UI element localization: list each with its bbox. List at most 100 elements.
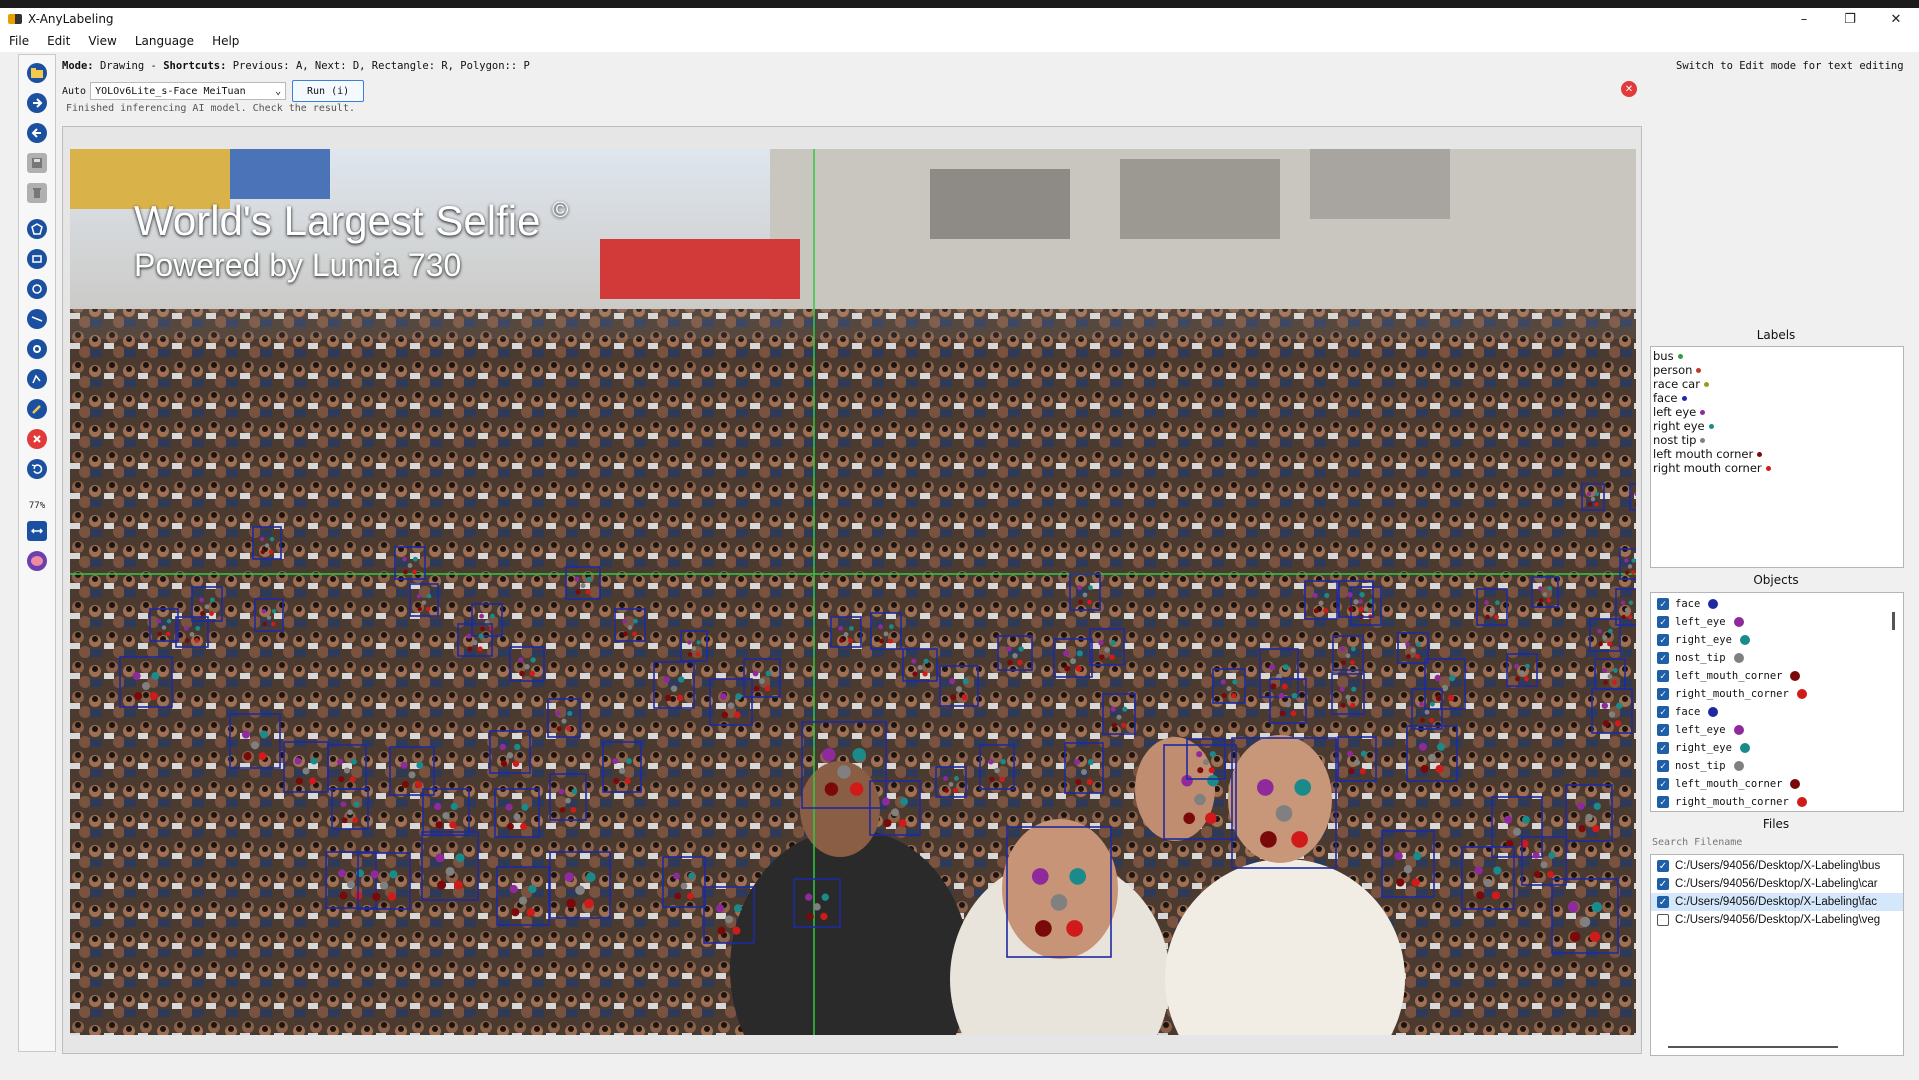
face-landmark-point[interactable] bbox=[1413, 851, 1422, 861]
delete-icon[interactable] bbox=[27, 183, 47, 203]
face-landmark-point[interactable] bbox=[1353, 599, 1359, 605]
face-landmark-point[interactable] bbox=[733, 711, 741, 719]
face-landmark-point[interactable] bbox=[727, 702, 735, 710]
face-landmark-point[interactable] bbox=[1064, 665, 1071, 672]
face-landmark-point[interactable] bbox=[1594, 502, 1599, 507]
label-item[interactable]: bus bbox=[1651, 349, 1903, 363]
face-landmark-point[interactable] bbox=[1281, 683, 1288, 690]
face-landmark-point[interactable] bbox=[1351, 686, 1357, 692]
face-landmark-point[interactable] bbox=[911, 658, 917, 664]
face-landmark-point[interactable] bbox=[1419, 742, 1427, 751]
face-landmark-point[interactable] bbox=[513, 813, 521, 821]
face-landmark-point[interactable] bbox=[759, 678, 765, 684]
run-button[interactable]: Run (i) bbox=[292, 80, 365, 102]
face-landmark-point[interactable] bbox=[1494, 614, 1499, 620]
face-landmark-point[interactable] bbox=[310, 757, 318, 765]
image-canvas[interactable]: World's Largest Selfie © Powered by Lumi… bbox=[70, 149, 1636, 1035]
face-landmark-point[interactable] bbox=[343, 767, 351, 774]
face-landmark-point[interactable] bbox=[1406, 654, 1411, 659]
face-landmark-point[interactable] bbox=[1394, 851, 1403, 861]
face-landmark-point[interactable] bbox=[1410, 648, 1416, 653]
face-landmark-point[interactable] bbox=[1086, 778, 1093, 786]
face-landmark-point[interactable] bbox=[1078, 599, 1083, 605]
face-landmark-point[interactable] bbox=[632, 631, 637, 637]
label-item[interactable]: right eye bbox=[1651, 419, 1903, 433]
face-landmark-point[interactable] bbox=[530, 657, 536, 663]
object-visibility-checkbox[interactable]: ✓ bbox=[1657, 688, 1669, 700]
face-landmark-point[interactable] bbox=[575, 589, 581, 595]
face-landmark-point[interactable] bbox=[450, 802, 458, 811]
face-landmark-point[interactable] bbox=[898, 819, 907, 828]
face-landmark-point[interactable] bbox=[455, 853, 465, 863]
face-landmark-point[interactable] bbox=[567, 710, 573, 716]
face-landmark-point[interactable] bbox=[349, 776, 356, 783]
face-landmark-point[interactable] bbox=[1540, 861, 1548, 869]
face-landmark-point[interactable] bbox=[618, 767, 626, 775]
face-landmark-point[interactable] bbox=[1602, 720, 1610, 727]
face-landmark-point[interactable] bbox=[1538, 598, 1544, 603]
face-landmark-point[interactable] bbox=[1513, 827, 1521, 836]
face-landmark-point[interactable] bbox=[1485, 614, 1490, 620]
face-landmark-point[interactable] bbox=[1050, 894, 1068, 911]
face-landmark-point[interactable] bbox=[512, 760, 520, 767]
face-landmark-point[interactable] bbox=[1514, 663, 1519, 669]
face-landmark-point[interactable] bbox=[1197, 767, 1204, 774]
face-landmark-point[interactable] bbox=[1532, 851, 1540, 859]
face-landmark-point[interactable] bbox=[922, 671, 928, 677]
face-landmark-point[interactable] bbox=[251, 741, 259, 750]
face-landmark-point[interactable] bbox=[1347, 750, 1354, 757]
face-landmark-point[interactable] bbox=[1360, 750, 1367, 757]
face-landmark-point[interactable] bbox=[912, 671, 918, 677]
face-landmark-point[interactable] bbox=[1495, 600, 1500, 606]
face-landmark-point[interactable] bbox=[1232, 679, 1238, 685]
face-landmark-point[interactable] bbox=[506, 752, 514, 759]
face-landmark-point[interactable] bbox=[1031, 868, 1049, 885]
face-landmark-point[interactable] bbox=[1285, 701, 1291, 708]
face-landmark-point[interactable] bbox=[260, 730, 268, 739]
face-landmark-point[interactable] bbox=[1208, 767, 1215, 774]
face-landmark-point[interactable] bbox=[1630, 570, 1636, 575]
face-landmark-point[interactable] bbox=[509, 884, 518, 894]
face-landmark-point[interactable] bbox=[1111, 722, 1117, 728]
object-item[interactable]: ✓ left_mouth_corner bbox=[1651, 667, 1903, 685]
face-landmark-point[interactable] bbox=[339, 891, 348, 900]
face-landmark-point[interactable] bbox=[1579, 916, 1591, 928]
face-landmark-point[interactable] bbox=[1358, 606, 1364, 612]
face-landmark-point[interactable] bbox=[1515, 676, 1520, 682]
delete-shape-icon[interactable] bbox=[27, 429, 47, 449]
fit-width-icon[interactable] bbox=[27, 521, 47, 541]
face-landmark-point[interactable] bbox=[806, 912, 814, 921]
face-landmark-point[interactable] bbox=[1405, 642, 1410, 647]
face-landmark-point[interactable] bbox=[261, 608, 267, 614]
face-landmark-point[interactable] bbox=[585, 589, 591, 595]
menu-edit[interactable]: Edit bbox=[38, 34, 79, 48]
face-landmark-point[interactable] bbox=[268, 549, 274, 555]
face-landmark-point[interactable] bbox=[961, 694, 968, 701]
face-landmark-point[interactable] bbox=[696, 640, 701, 645]
face-landmark-point[interactable] bbox=[416, 593, 422, 599]
face-landmark-point[interactable] bbox=[889, 624, 894, 630]
face-landmark-point[interactable] bbox=[882, 797, 890, 806]
face-landmark-point[interactable] bbox=[1122, 706, 1128, 712]
face-landmark-point[interactable] bbox=[1313, 608, 1319, 614]
face-landmark-point[interactable] bbox=[479, 613, 484, 619]
face-landmark-point[interactable] bbox=[1569, 931, 1581, 942]
face-landmark-point[interactable] bbox=[338, 776, 345, 783]
file-item[interactable]: ✓ C:/Users/94056/Desktop/X-Labeling\bus bbox=[1651, 857, 1903, 875]
face-landmark-point[interactable] bbox=[200, 611, 205, 616]
face-landmark-point[interactable] bbox=[556, 726, 562, 732]
face-landmark-point[interactable] bbox=[264, 543, 270, 548]
face-landmark-point[interactable] bbox=[442, 812, 450, 820]
face-landmark-point[interactable] bbox=[883, 819, 892, 828]
face-landmark-point[interactable] bbox=[575, 885, 585, 896]
face-landmark-point[interactable] bbox=[520, 822, 528, 830]
face-landmark-point[interactable] bbox=[673, 872, 680, 880]
face-landmark-point[interactable] bbox=[1602, 635, 1608, 640]
face-landmark-point[interactable] bbox=[1318, 600, 1324, 606]
face-landmark-point[interactable] bbox=[1290, 710, 1297, 717]
face-landmark-point[interactable] bbox=[1260, 831, 1277, 848]
face-landmark-point[interactable] bbox=[511, 908, 520, 917]
face-landmark-point[interactable] bbox=[529, 670, 535, 677]
face-landmark-point[interactable] bbox=[149, 692, 158, 700]
face-landmark-point[interactable] bbox=[1631, 558, 1636, 563]
